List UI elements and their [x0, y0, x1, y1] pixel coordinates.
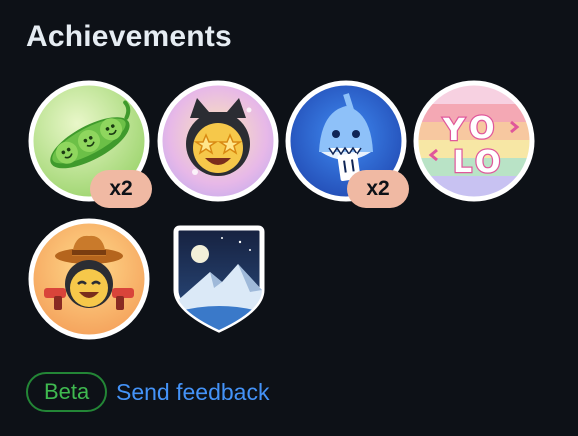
achievement-pair-extraordinaire[interactable]: x2 — [28, 80, 152, 208]
achievements-panel: Achievements x2 x2 Y O L O Beta Send fee… — [0, 0, 578, 436]
svg-text:L: L — [453, 145, 472, 180]
starstruck-cat-icon — [157, 80, 279, 202]
svg-text:O: O — [469, 111, 495, 146]
achievement-pull-shark[interactable]: x2 — [285, 80, 409, 208]
achievements-title: Achievements — [26, 20, 232, 53]
achievement-count-badge: x2 — [90, 170, 152, 208]
achievement-yolo[interactable]: Y O L O — [413, 80, 535, 202]
mountain-moon-shield-icon — [173, 225, 265, 333]
achievement-starstruck[interactable] — [157, 80, 279, 202]
svg-text:Y: Y — [442, 113, 466, 148]
send-feedback-link[interactable]: Send feedback — [116, 379, 269, 406]
achievement-arctic-code-vault[interactable] — [170, 224, 268, 334]
beta-label: Beta — [26, 372, 108, 412]
yolo-icon: Y O L O — [413, 80, 535, 202]
achievement-count-badge: x2 — [347, 170, 409, 208]
achievement-quickdraw[interactable] — [28, 218, 150, 340]
svg-text:O: O — [475, 145, 501, 180]
cowboy-icon — [28, 218, 150, 340]
